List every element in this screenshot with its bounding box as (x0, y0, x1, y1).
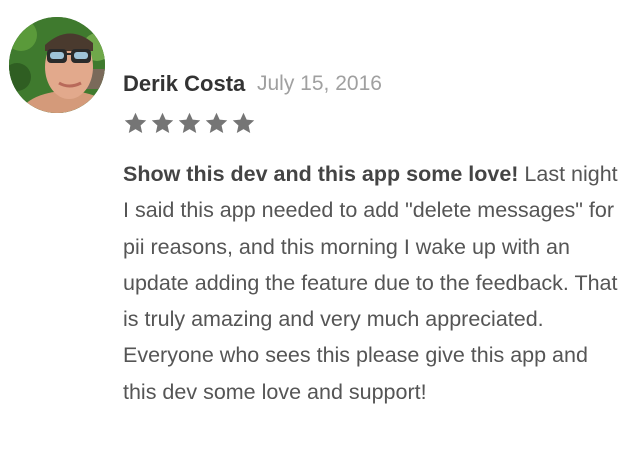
author-name[interactable]: Derik Costa (123, 71, 245, 97)
star-icon (205, 112, 228, 133)
avatar-image (9, 17, 105, 113)
review-date: July 15, 2016 (257, 72, 382, 95)
review-card: Derik Costa July 15, 2016 Show this dev … (0, 0, 632, 464)
review-body: Show this dev and this app some love! La… (123, 156, 623, 410)
star-icon (151, 112, 174, 133)
review-headline: Show this dev and this app some love! (123, 162, 519, 186)
star-icon (124, 112, 147, 133)
star-icon (178, 112, 201, 133)
star-rating (122, 110, 257, 136)
star-icon (232, 112, 255, 133)
review-text: Last night I said this app needed to add… (123, 162, 618, 404)
avatar[interactable] (9, 17, 105, 113)
